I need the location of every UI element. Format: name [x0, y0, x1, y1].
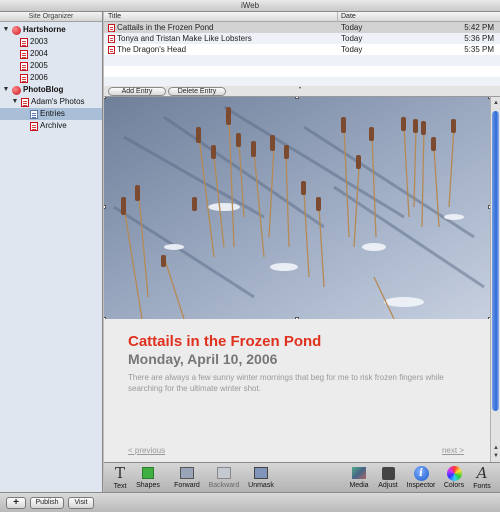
entries-table: Title Date Cattails in the Frozen Pond T…: [104, 12, 500, 86]
entry-button-strip: Add Entry Delete Entry •: [104, 86, 500, 97]
color-wheel-icon: [446, 466, 462, 481]
table-row-empty: [104, 77, 500, 86]
page-icon: [20, 50, 28, 59]
sidebar-item-archive[interactable]: Archive: [0, 120, 102, 132]
unmask-button[interactable]: Unmask: [246, 465, 276, 489]
text-icon: T: [114, 464, 125, 482]
media-button[interactable]: Media: [346, 465, 372, 489]
table-body: Cattails in the Frozen Pond Today 5:42 P…: [104, 22, 500, 86]
media-icon: [352, 467, 366, 479]
resize-handle[interactable]: [104, 97, 106, 99]
cattails-photo[interactable]: [104, 97, 490, 319]
fonts-icon: A: [476, 464, 488, 482]
window-title: iWeb: [240, 1, 260, 10]
scroll-up-arrow-icon[interactable]: ▲: [492, 444, 500, 452]
entry-page-icon: [108, 35, 115, 43]
add-page-button[interactable]: +: [6, 497, 26, 509]
post-date[interactable]: Monday, April 10, 2006: [128, 351, 277, 367]
bottom-toolbar: T Text Shapes Forward Backward Unmask Me…: [104, 462, 500, 492]
next-link[interactable]: next >: [442, 446, 464, 455]
sidebar-item-entries[interactable]: Entries: [0, 108, 102, 120]
page-icon: [30, 122, 38, 131]
send-backward-icon: [217, 467, 231, 479]
colors-button[interactable]: Colors: [441, 465, 467, 489]
shapes-tool-button[interactable]: Shapes: [134, 465, 162, 489]
table-row[interactable]: Cattails in the Frozen Pond Today 5:42 P…: [104, 22, 500, 33]
resize-handle[interactable]: [295, 317, 299, 319]
entry-page-icon: [108, 24, 115, 32]
site-tree: ▼ Hartshorne 2003 2004 2005 2006 ▼ Photo…: [0, 22, 102, 132]
delete-entry-button[interactable]: Delete Entry: [168, 87, 226, 96]
page-icon: [20, 38, 28, 47]
shapes-icon: [142, 467, 154, 479]
column-header-title[interactable]: Title: [108, 13, 121, 20]
sidebar-item-photoblog[interactable]: ▼ PhotoBlog: [0, 84, 102, 96]
table-row[interactable]: Tonya and Tristan Make Like Lobsters Tod…: [104, 33, 500, 44]
info-icon: i: [413, 466, 429, 481]
sidebar-item-2003[interactable]: 2003: [0, 36, 102, 48]
scroll-down-arrow-icon[interactable]: ▼: [492, 452, 500, 460]
table-row-empty: [104, 55, 500, 66]
table-row[interactable]: The Dragon's Head Today 5:35 PM: [104, 44, 500, 55]
sidebar-item-2004[interactable]: 2004: [0, 48, 102, 60]
fonts-button[interactable]: A Fonts: [470, 464, 494, 491]
disclosure-triangle-icon[interactable]: ▼: [2, 84, 10, 96]
window-title-bar: iWeb: [0, 0, 500, 12]
site-globe-icon: [12, 26, 21, 35]
bottom-bar: + Publish Visit: [0, 492, 500, 512]
blog-page-icon: [21, 98, 29, 107]
adjust-button[interactable]: Adjust: [375, 465, 401, 489]
post-body[interactable]: There are always a few sunny winter morn…: [128, 372, 468, 394]
text-tool-button[interactable]: T Text: [110, 464, 130, 491]
table-header: Title Date: [104, 12, 500, 22]
scroll-thumb[interactable]: [492, 111, 499, 411]
photo-image: [104, 97, 490, 319]
column-header-date[interactable]: Date: [341, 13, 356, 20]
inspector-button[interactable]: i Inspector: [404, 465, 438, 489]
previous-link[interactable]: < previous: [128, 446, 165, 455]
backward-button[interactable]: Backward: [207, 465, 241, 489]
site-organizer: Site Organizer ▼ Hartshorne 2003 2004 20…: [0, 12, 103, 492]
bring-forward-icon: [180, 467, 194, 479]
scroll-up-arrow-icon[interactable]: ▲: [492, 99, 500, 107]
post-title[interactable]: Cattails in the Frozen Pond: [128, 333, 321, 350]
vertical-scrollbar[interactable]: ▲ ▲ ▼: [490, 97, 500, 462]
add-entry-button[interactable]: Add Entry: [108, 87, 166, 96]
sidebar-item-hartshorne[interactable]: ▼ Hartshorne: [0, 24, 102, 36]
resize-handle[interactable]: [295, 97, 299, 99]
sidebar-item-2006[interactable]: 2006: [0, 72, 102, 84]
resize-handle[interactable]: [104, 205, 106, 209]
adjust-icon: [381, 467, 395, 480]
page-canvas[interactable]: Cattails in the Frozen Pond Monday, Apri…: [104, 97, 490, 462]
site-globe-icon: [12, 86, 21, 95]
visit-button[interactable]: Visit: [68, 497, 94, 509]
sidebar-item-2005[interactable]: 2005: [0, 60, 102, 72]
disclosure-triangle-icon[interactable]: ▼: [2, 24, 10, 36]
disclosure-triangle-icon[interactable]: ▼: [11, 96, 19, 108]
publish-button[interactable]: Publish: [30, 497, 64, 509]
splitter-handle-icon[interactable]: •: [299, 86, 301, 92]
entry-page-icon: [108, 46, 115, 54]
sidebar-item-adams-photos[interactable]: ▼ Adam's Photos: [0, 96, 102, 108]
page-icon: [20, 62, 28, 71]
page-icon: [20, 74, 28, 83]
site-organizer-header: Site Organizer: [0, 12, 102, 22]
resize-handle[interactable]: [104, 317, 106, 319]
table-row-empty: [104, 66, 500, 77]
entries-icon: [30, 110, 38, 119]
forward-button[interactable]: Forward: [172, 465, 202, 489]
unmask-icon: [254, 467, 268, 479]
